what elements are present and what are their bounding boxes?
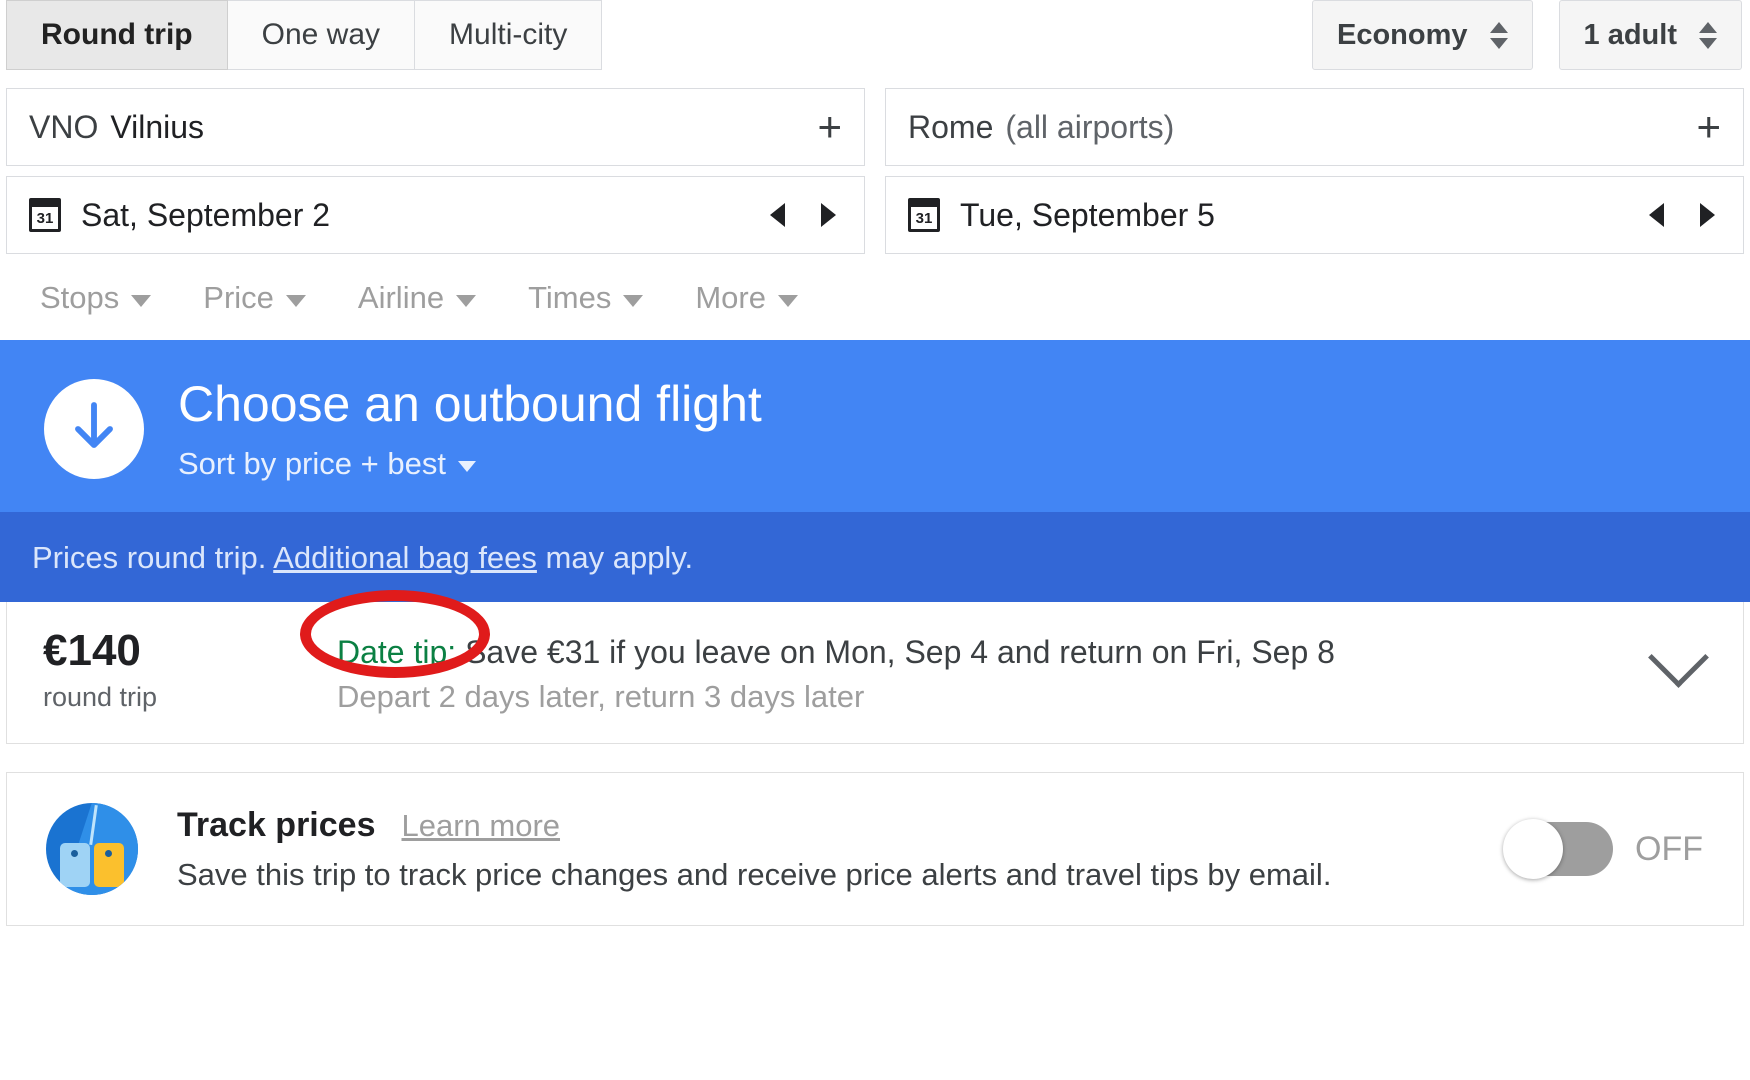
passenger-count-label: 1 adult xyxy=(1583,18,1677,51)
date-tip-label: Date tip: xyxy=(337,633,457,670)
track-prices-text: Track prices Learn more Save this trip t… xyxy=(177,806,1505,893)
spinner-icon xyxy=(1699,21,1717,49)
tabbar-right-controls: Economy 1 adult xyxy=(1312,0,1750,70)
destination-input[interactable]: Rome (all airports) + xyxy=(885,88,1744,166)
filter-airline[interactable]: Airline xyxy=(357,280,477,316)
expand-result-button[interactable] xyxy=(1613,626,1743,688)
tab-round-trip[interactable]: Round trip xyxy=(6,0,228,70)
return-date-input[interactable]: 31 Tue, September 5 xyxy=(885,176,1744,254)
page-title: Choose an outbound flight xyxy=(178,376,762,432)
chevron-down-icon xyxy=(1647,626,1709,688)
triangle-right-icon[interactable] xyxy=(821,203,836,227)
tab-one-way[interactable]: One way xyxy=(227,0,416,70)
tab-multi-city[interactable]: Multi-city xyxy=(415,0,603,70)
price-caption: round trip xyxy=(43,681,158,712)
notice-suffix: may apply. xyxy=(536,539,694,575)
plus-icon[interactable]: + xyxy=(1696,106,1721,148)
cabin-class-select[interactable]: Economy xyxy=(1312,0,1533,70)
track-prices-title: Track prices xyxy=(177,805,376,844)
depart-date-value: Sat, September 2 xyxy=(81,196,331,233)
date-tip-subtext: Depart 2 days later, return 3 days later xyxy=(337,679,865,715)
chevron-down-icon xyxy=(777,295,798,307)
flight-result-row[interactable]: €140 round trip Date tip: Save €31 if yo… xyxy=(6,589,1744,745)
track-prices-toggle[interactable] xyxy=(1503,819,1614,880)
filter-price[interactable]: Price xyxy=(203,280,306,316)
spinner-icon xyxy=(1489,21,1508,49)
date-row: 31 Sat, September 2 31 Tue, September 5 xyxy=(0,176,1750,254)
date-tip-block: Date tip: Save €31 if you leave on Mon, … xyxy=(337,628,1613,716)
outbound-hero-banner: Choose an outbound flight Sort by price … xyxy=(0,340,1750,512)
track-prices-toggle-wrap: OFF xyxy=(1503,819,1743,880)
filter-stops-label: Stops xyxy=(40,280,120,315)
notice-prefix: Prices round trip. xyxy=(32,539,274,575)
price-notice-bar: Prices round trip. Additional bag fees m… xyxy=(0,511,1750,602)
airport-row: VNO Vilnius + Rome (all airports) + xyxy=(0,88,1750,166)
track-prices-icon-wrap xyxy=(7,803,177,896)
sort-dropdown[interactable]: Sort by price + best xyxy=(178,446,762,482)
plus-icon[interactable]: + xyxy=(817,106,842,148)
origin-input[interactable]: VNO Vilnius + xyxy=(6,88,865,166)
chevron-down-icon xyxy=(285,295,306,307)
date-tip-line: Date tip: Save €31 if you leave on Mon, … xyxy=(337,632,1613,674)
triangle-left-icon[interactable] xyxy=(770,203,785,227)
toggle-knob xyxy=(1503,819,1564,880)
passenger-count-select[interactable]: 1 adult xyxy=(1558,0,1742,70)
track-prices-description: Save this trip to track price changes an… xyxy=(177,856,1332,892)
triangle-right-icon[interactable] xyxy=(1700,203,1715,227)
flight-search-page: Round trip One way Multi-city Economy 1 … xyxy=(0,0,1750,1080)
date-tip-text: Save €31 if you leave on Mon, Sep 4 and … xyxy=(456,633,1335,670)
trip-type-tabbar: Round trip One way Multi-city Economy 1 … xyxy=(0,0,1750,82)
depart-date-steppers xyxy=(770,203,842,227)
price-block: €140 round trip xyxy=(7,625,337,713)
filter-more-label: More xyxy=(695,280,766,315)
cabin-class-label: Economy xyxy=(1337,18,1468,51)
calendar-icon: 31 xyxy=(29,198,61,232)
price-amount: €140 xyxy=(43,625,141,675)
calendar-icon: 31 xyxy=(908,198,940,232)
chevron-down-icon xyxy=(457,461,476,472)
filter-bar: Stops Price Airline Times More xyxy=(0,254,1750,340)
additional-bag-fees-link[interactable]: Additional bag fees xyxy=(273,540,537,575)
filter-more[interactable]: More xyxy=(695,280,798,316)
filter-times[interactable]: Times xyxy=(528,280,644,316)
toggle-state-label: OFF xyxy=(1635,829,1703,868)
return-date-value: Tue, September 5 xyxy=(960,196,1215,233)
filter-stops[interactable]: Stops xyxy=(40,280,152,316)
chevron-down-icon xyxy=(456,295,477,307)
destination-qualifier: (all airports) xyxy=(1005,108,1175,145)
filter-price-label: Price xyxy=(203,280,274,315)
hero-text-block: Choose an outbound flight Sort by price … xyxy=(178,376,762,482)
price-tags-icon xyxy=(46,803,138,896)
track-prices-card: Track prices Learn more Save this trip t… xyxy=(6,772,1744,927)
return-date-steppers xyxy=(1649,203,1721,227)
triangle-left-icon[interactable] xyxy=(1649,203,1664,227)
sort-dropdown-label: Sort by price + best xyxy=(178,445,446,481)
learn-more-link[interactable]: Learn more xyxy=(401,808,560,844)
destination-city: Rome xyxy=(908,108,994,145)
download-arrow-icon xyxy=(44,378,144,479)
chevron-down-icon xyxy=(623,295,644,307)
filter-airline-label: Airline xyxy=(357,280,445,315)
track-prices-heading-row: Track prices Learn more xyxy=(177,806,1505,845)
depart-date-input[interactable]: 31 Sat, September 2 xyxy=(6,176,865,254)
chevron-down-icon xyxy=(131,295,152,307)
origin-city: Vilnius xyxy=(110,108,205,145)
origin-code: VNO xyxy=(29,108,99,145)
filter-times-label: Times xyxy=(528,280,612,315)
